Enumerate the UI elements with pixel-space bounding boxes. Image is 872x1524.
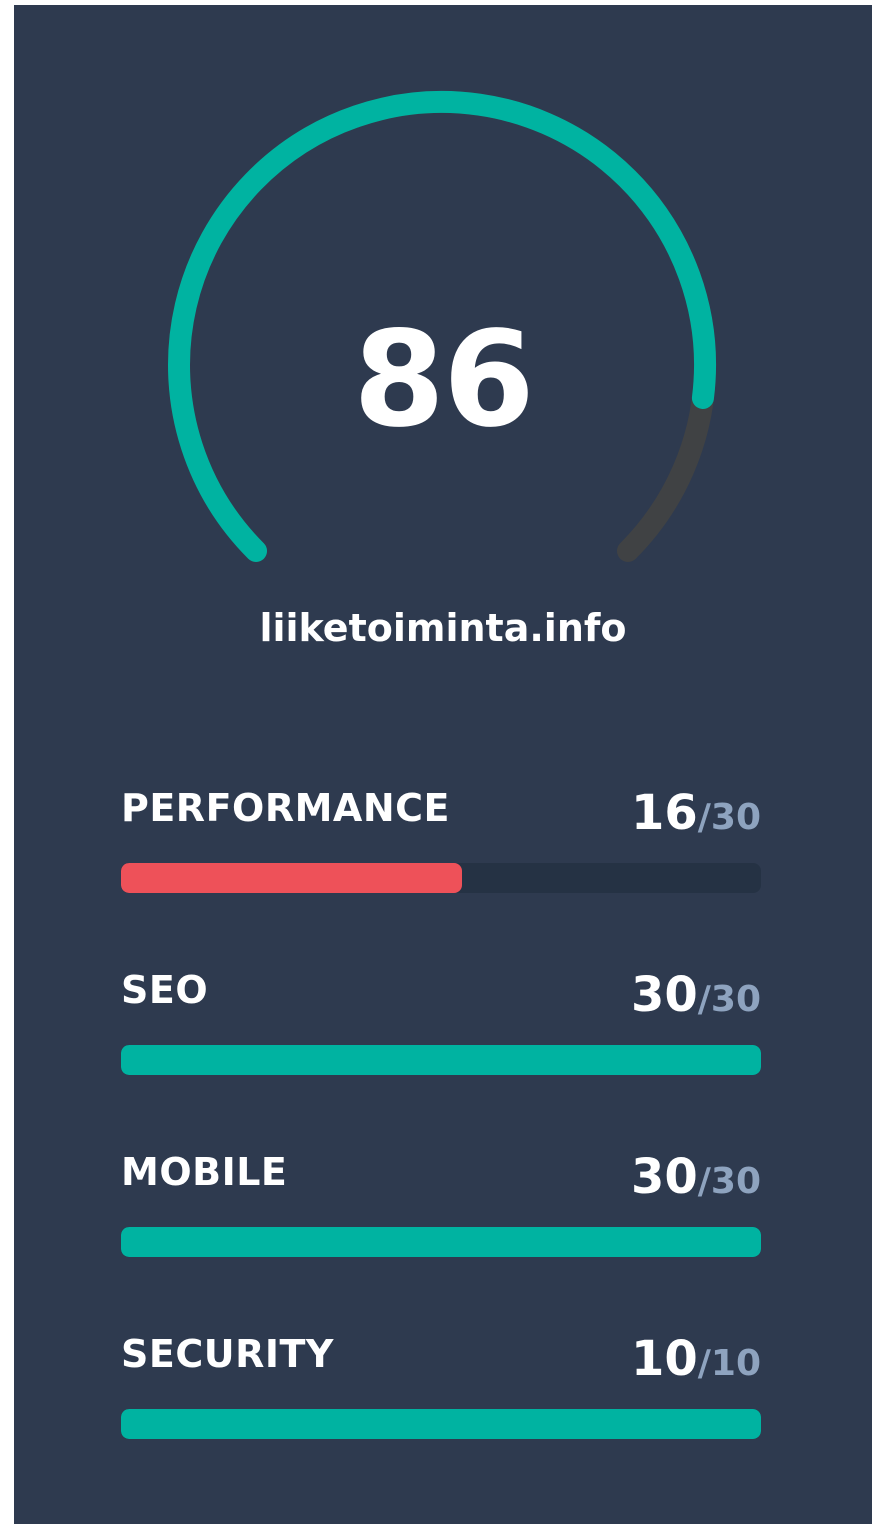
metric-bar-fill bbox=[121, 863, 463, 893]
metric-label: SEO bbox=[121, 968, 209, 1012]
metric-bar-fill bbox=[121, 1227, 761, 1257]
metric-score: 30/30 bbox=[631, 1149, 761, 1216]
metric-max: /10 bbox=[697, 1343, 761, 1384]
metric-bar-track bbox=[121, 1227, 761, 1257]
metric-bar-track bbox=[121, 863, 761, 893]
score-card: 86 liiketoiminta.info PERFORMANCE 16/30 … bbox=[14, 5, 872, 1524]
metric-score: 30/30 bbox=[631, 967, 761, 1034]
metric-max: /30 bbox=[697, 979, 761, 1020]
metric-mobile: MOBILE 30/30 bbox=[121, 1149, 761, 1279]
metric-value: 16 bbox=[630, 785, 698, 841]
metric-performance: PERFORMANCE 16/30 bbox=[121, 785, 761, 915]
metric-max: /30 bbox=[697, 797, 761, 838]
metric-value: 30 bbox=[630, 1149, 698, 1205]
site-domain: liiketoiminta.info bbox=[259, 606, 627, 650]
metric-seo: SEO 30/30 bbox=[121, 967, 761, 1097]
metric-value: 10 bbox=[630, 1331, 698, 1387]
metric-bar-fill bbox=[121, 1045, 761, 1075]
metric-label: SECURITY bbox=[121, 1332, 334, 1376]
metric-bar-track bbox=[121, 1409, 761, 1439]
metric-score: 16/30 bbox=[631, 785, 761, 852]
overall-score: 86 bbox=[353, 303, 535, 457]
metric-bar-track bbox=[121, 1045, 761, 1075]
metric-bar-fill bbox=[121, 1409, 761, 1439]
score-gauge: 86 liiketoiminta.info bbox=[14, 5, 872, 650]
metric-value: 30 bbox=[630, 967, 698, 1023]
metric-score: 10/10 bbox=[631, 1331, 761, 1398]
metric-max: /30 bbox=[697, 1161, 761, 1202]
metric-label: MOBILE bbox=[121, 1150, 288, 1194]
metric-security: SECURITY 10/10 bbox=[121, 1331, 761, 1461]
metric-label: PERFORMANCE bbox=[121, 786, 450, 830]
